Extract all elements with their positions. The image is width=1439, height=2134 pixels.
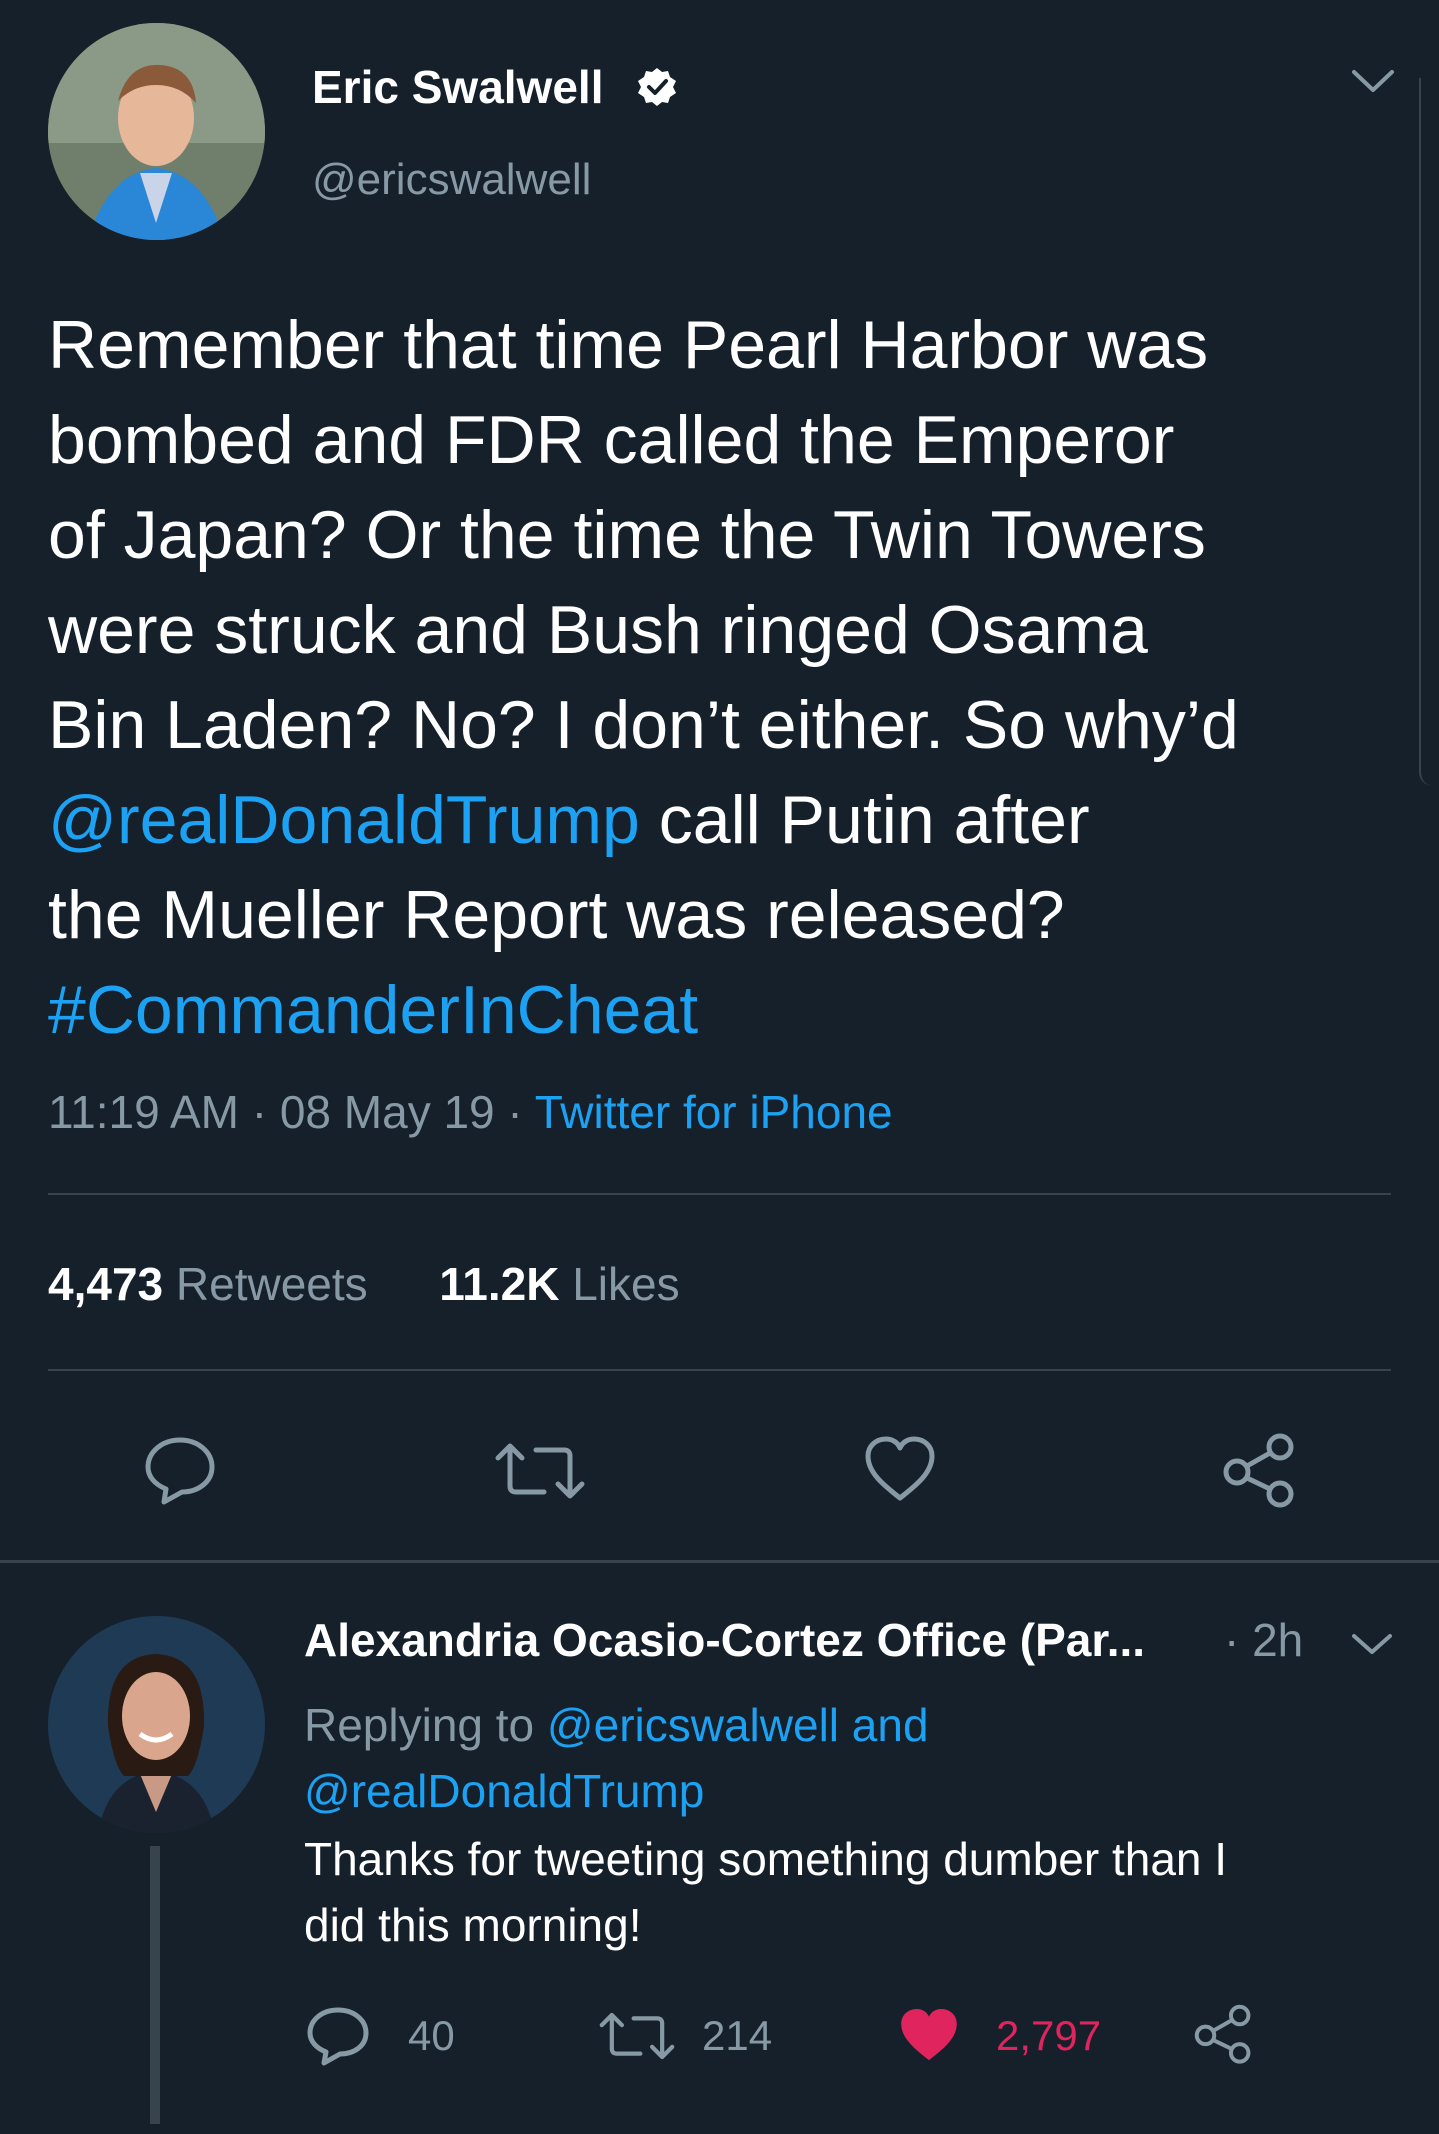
like-icon-filled[interactable] [896, 2004, 962, 2066]
tweet-date: 08 May 19 [279, 1086, 495, 1138]
like-count: 2,797 [996, 2012, 1102, 2059]
replying-to-handles[interactable]: @ericswalwell and [547, 1699, 929, 1751]
reply-text-line: Thanks for tweeting something dumber tha… [304, 1833, 1228, 1885]
tweet-text-line: of Japan? Or the time the Twin Towers [48, 497, 1206, 573]
tweet-stats: 4,473 Retweets 11.2K Likes [48, 1256, 680, 1312]
retweets-count: 4,473 [48, 1258, 164, 1310]
reply-count: 40 [408, 2012, 455, 2059]
tweet-source-link[interactable]: Twitter for iPhone [535, 1086, 893, 1138]
tweet-text-line: Remember that time Pearl Harbor was [48, 307, 1209, 383]
meta-separator: · [494, 1086, 535, 1138]
tweet-time: 11:19 AM [48, 1086, 239, 1138]
replying-to: Replying to @ericswalwell and @realDonal… [304, 1692, 929, 1824]
meta-separator: · [238, 1086, 280, 1138]
tweet-text-line: #CommanderInCheat [48, 963, 1378, 1058]
tweet-text-fragment: call Putin after [639, 782, 1090, 858]
tweet-text: Remember that time Pearl Harbor was bomb… [48, 298, 1378, 1058]
mention-link[interactable]: @realDonaldTrump [48, 782, 640, 858]
reply-text-line: did this morning! [304, 1899, 642, 1951]
replying-to-handle[interactable]: @realDonaldTrump [304, 1758, 929, 1824]
chevron-down-icon[interactable] [1350, 1630, 1394, 1658]
share-icon[interactable] [1220, 1430, 1298, 1508]
tweet-text-line: the Mueller Report was released? [48, 877, 1065, 953]
verified-badge-icon [636, 66, 678, 108]
tweet-text-line: were struck and Bush ringed Osama [48, 592, 1148, 668]
reply-author-name[interactable]: Alexandria Ocasio-Cortez Office (Par... [304, 1612, 1145, 1668]
retweet-icon[interactable] [598, 2010, 676, 2062]
reply-icon[interactable] [142, 1434, 218, 1506]
reply-text: Thanks for tweeting something dumber tha… [304, 1826, 1227, 1958]
hashtag-link[interactable]: #CommanderInCheat [48, 972, 698, 1048]
likes-label: Likes [572, 1258, 680, 1310]
thread-line [150, 1846, 160, 2124]
likes-stat[interactable]: 11.2K Likes [439, 1258, 679, 1310]
retweet-icon[interactable] [494, 1440, 586, 1502]
section-separator [0, 1560, 1439, 1563]
likes-count: 11.2K [439, 1258, 560, 1310]
author-handle[interactable]: @ericswalwell [312, 154, 591, 206]
reply-icon[interactable] [306, 2006, 370, 2066]
divider [48, 1369, 1391, 1371]
replying-to-line: Replying to @ericswalwell and [304, 1692, 929, 1758]
retweets-stat[interactable]: 4,473 Retweets [48, 1258, 368, 1310]
retweet-count: 214 [702, 2012, 773, 2059]
tweet-text-line: @realDonaldTrump call Putin after [48, 773, 1378, 868]
divider [48, 1193, 1391, 1195]
share-icon[interactable] [1192, 2002, 1254, 2064]
tweet-text-line: bombed and FDR called the Emperor [48, 402, 1175, 478]
author-name[interactable]: Eric Swalwell [312, 60, 603, 114]
reply-age: · 2h [1224, 1614, 1304, 1666]
author-avatar[interactable] [48, 23, 265, 240]
chevron-down-icon[interactable] [1350, 66, 1396, 96]
tweet-text-line: Bin Laden? No? I don’t either. So why’d [48, 687, 1239, 763]
like-icon[interactable] [862, 1434, 938, 1504]
reply-author-avatar[interactable] [48, 1616, 265, 1833]
scrollbar[interactable] [1419, 78, 1439, 786]
tweet-meta: 11:19 AM · 08 May 19 · Twitter for iPhon… [48, 1084, 893, 1140]
replying-to-label: Replying to [304, 1699, 547, 1751]
retweets-label: Retweets [175, 1258, 368, 1310]
